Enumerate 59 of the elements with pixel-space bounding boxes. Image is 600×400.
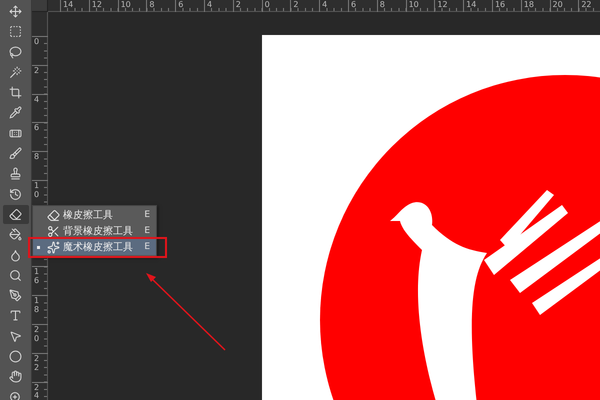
menu-label: 橡皮擦工具 [63, 208, 114, 222]
ruler-label: 22 [580, 0, 592, 9]
ruler-label: 10 [120, 0, 131, 9]
ruler-label: 24 [34, 384, 40, 400]
shortcut-label: E [144, 210, 150, 220]
ruler-label: 8 [148, 0, 154, 9]
shortcut-label: E [144, 242, 150, 252]
ruler-label: 16 [34, 268, 40, 286]
eraser-icon [9, 208, 22, 221]
ruler-label: 8 [378, 0, 385, 9]
ruler-label: 12 [90, 0, 102, 9]
zoom-icon [9, 390, 22, 400]
move-arrows-icon [9, 5, 22, 18]
pointer-icon [9, 330, 22, 343]
ruler-label: 0 [34, 38, 40, 47]
ruler-label: 6 [34, 124, 40, 134]
ruler-label: 4 [34, 96, 40, 104]
ruler-label: 4 [206, 0, 212, 9]
ellipse-icon [9, 350, 22, 364]
ruler-label: 2 [34, 66, 40, 76]
ruler-label: 6 [177, 0, 184, 9]
ruler-label: 20 [552, 0, 563, 9]
history-icon [9, 188, 22, 201]
type-icon [9, 309, 22, 322]
wand-icon [9, 66, 22, 79]
ruler-label: 2 [234, 0, 241, 9]
ruler-label: 14 [465, 0, 476, 9]
ruler-label: 8 [34, 153, 40, 162]
ruler-label: 18 [34, 297, 40, 315]
brush-icon [9, 147, 22, 160]
menu-item[interactable]: 背景橡皮擦工具 E [33, 223, 156, 239]
ruler-label: 10 [408, 0, 419, 9]
droplet-icon [9, 248, 22, 262]
ruler-label: 4 [321, 0, 328, 9]
paint-bucket-icon [9, 228, 22, 242]
ruler-label: 0 [264, 0, 270, 9]
eraser-icon [47, 208, 60, 222]
ruler-label: 6 [350, 0, 356, 9]
ruler-label: 12 [436, 0, 448, 9]
eyedropper-icon [9, 106, 22, 120]
ruler-label: 18 [522, 0, 534, 9]
stamp-icon [9, 167, 22, 180]
dashed-square-icon [9, 25, 22, 38]
shortcut-label: E [144, 226, 150, 236]
menu-label: 魔术橡皮擦工具 [63, 240, 134, 254]
ruler-label: 20 [34, 326, 40, 344]
pen-icon [9, 289, 22, 302]
menu-item[interactable]: 橡皮擦工具 E [33, 207, 156, 223]
menu-label: 背景橡皮擦工具 [63, 224, 134, 238]
lasso-icon [9, 46, 22, 59]
ruler-label: 10 [34, 182, 40, 200]
ruler-label: 2 [292, 0, 298, 9]
ruler-label: 22 [34, 354, 40, 372]
tool-button[interactable] [2, 204, 28, 224]
ruler-label: 16 [494, 0, 506, 9]
crop-icon [9, 86, 22, 100]
hand-icon [9, 370, 22, 384]
ruler-label: 14 [62, 0, 74, 9]
menu-item[interactable]: 魔术橡皮擦工具 E [33, 239, 156, 255]
